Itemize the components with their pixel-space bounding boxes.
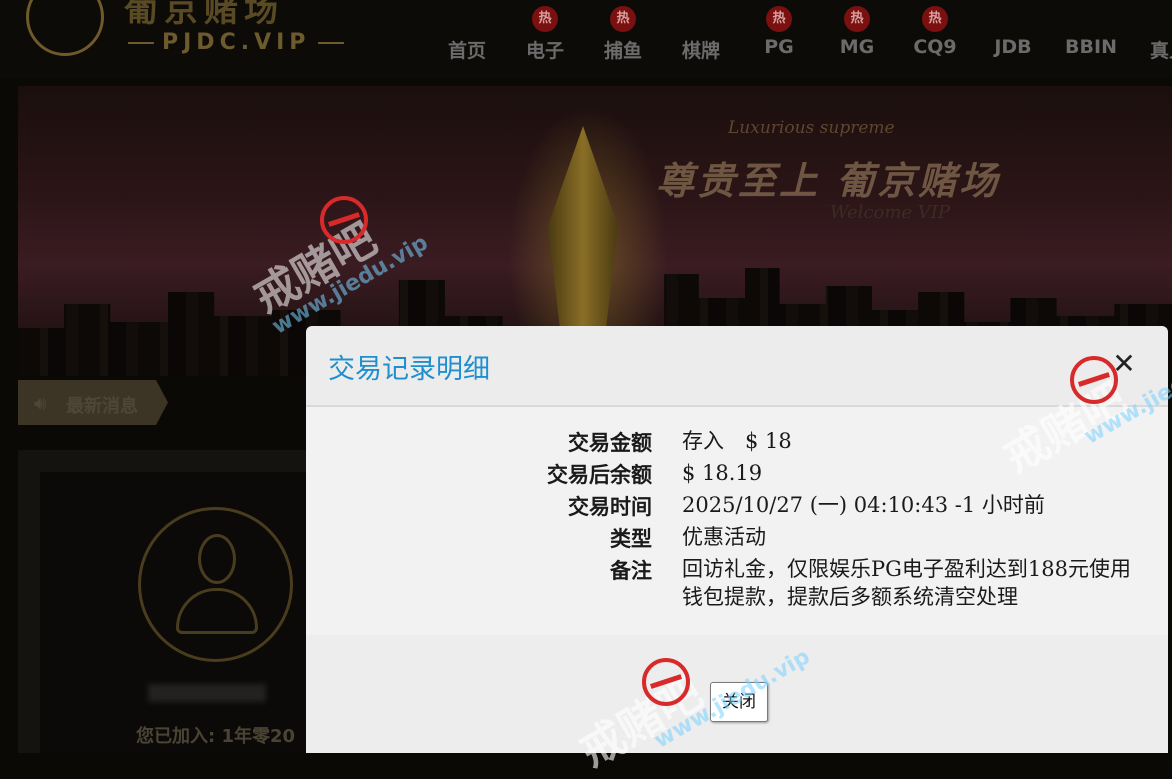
nav-item-bbin[interactable]: BBIN bbox=[1052, 36, 1130, 58]
hot-badge: 热 bbox=[922, 6, 948, 32]
detail-label: 交易后余额 bbox=[547, 462, 652, 487]
close-button[interactable]: 关闭 bbox=[710, 682, 768, 722]
nav-item-label: 真人 bbox=[1149, 40, 1172, 62]
nav-item-label: 棋牌 bbox=[681, 40, 720, 62]
nav-item-label: JDB bbox=[994, 36, 1032, 58]
hot-badge: 热 bbox=[610, 6, 636, 32]
detail-label: 交易金额 bbox=[568, 430, 652, 455]
site-header: 葡京赌场 PJDC.VIP 首页 热 电子 热 捕鱼 棋牌 热 PG 热 MG … bbox=[0, 0, 1172, 78]
nav-item-label: 电子 bbox=[525, 40, 564, 62]
news-label: 最新消息 bbox=[66, 396, 138, 417]
nav-item-label: 捕鱼 bbox=[603, 40, 642, 62]
close-icon[interactable]: ✕ bbox=[1110, 350, 1138, 378]
membership-duration: 您已加入: 1年零20 bbox=[136, 726, 296, 747]
main-nav: 首页 热 电子 热 捕鱼 棋牌 热 PG 热 MG 热 CQ9 JDB BBIN bbox=[428, 0, 1172, 78]
hot-badge: 热 bbox=[766, 6, 792, 32]
hot-badge: 热 bbox=[532, 6, 558, 32]
logo-title: 葡京赌场 bbox=[124, 0, 284, 30]
news-tab[interactable]: 🔊︎ 最新消息 bbox=[18, 380, 168, 425]
nav-item-cq9[interactable]: 热 CQ9 bbox=[896, 6, 974, 58]
banner-english-line: Luxurious supreme bbox=[728, 118, 895, 138]
detail-value: 2025/10/27 (一) 04:10:43 -1 小时前 bbox=[682, 493, 1045, 517]
nav-item-pg[interactable]: 热 PG bbox=[740, 6, 818, 58]
nav-item-electronic[interactable]: 热 电子 bbox=[506, 6, 584, 63]
nav-item-fishing[interactable]: 热 捕鱼 bbox=[584, 6, 662, 63]
avatar-head-icon bbox=[198, 534, 236, 584]
hot-badge: 热 bbox=[844, 6, 870, 32]
detail-label: 备注 bbox=[610, 558, 652, 583]
nav-item-home[interactable]: 首页 bbox=[428, 36, 506, 63]
banner-title: 尊贵至上 葡京赌场 bbox=[656, 158, 1001, 203]
detail-value: $ 18.19 bbox=[682, 461, 763, 485]
nav-item-label: BBIN bbox=[1065, 36, 1117, 58]
logo-subtitle: PJDC.VIP bbox=[120, 30, 352, 55]
detail-value: 优惠活动 bbox=[682, 525, 766, 549]
casino-logo-icon[interactable] bbox=[26, 0, 104, 56]
nav-item-label: MG bbox=[839, 36, 875, 58]
nav-item-cards[interactable]: 棋牌 bbox=[662, 36, 740, 63]
nav-item-jdb[interactable]: JDB bbox=[974, 36, 1052, 58]
detail-label: 交易时间 bbox=[568, 494, 652, 519]
nav-item-label: CQ9 bbox=[913, 36, 957, 58]
nav-item-live[interactable]: 真人 bbox=[1130, 36, 1172, 63]
detail-value: 回访礼金，仅限娱乐PG电子盈利达到188元使用钱包提款，提款后多额系统清空处理 bbox=[682, 557, 1131, 609]
banner-welcome: Welcome VIP bbox=[830, 202, 951, 223]
avatar bbox=[138, 507, 293, 662]
username-redacted bbox=[148, 684, 266, 702]
speaker-icon: 🔊︎ bbox=[34, 391, 47, 415]
transaction-detail-dialog: 交易记录明细 ✕ 交易金额 存入 $ 18 交易后余额 $ 18.19 交易时间… bbox=[306, 326, 1168, 753]
nav-item-mg[interactable]: 热 MG bbox=[818, 6, 896, 58]
nav-item-label: PG bbox=[764, 36, 794, 58]
nav-item-label: 首页 bbox=[447, 40, 486, 62]
detail-value: 存入 $ 18 bbox=[682, 429, 792, 453]
dialog-body: 交易金额 存入 $ 18 交易后余额 $ 18.19 交易时间 2025/10/… bbox=[306, 407, 1168, 635]
detail-label: 类型 bbox=[610, 526, 652, 551]
dialog-title: 交易记录明细 bbox=[328, 354, 490, 385]
